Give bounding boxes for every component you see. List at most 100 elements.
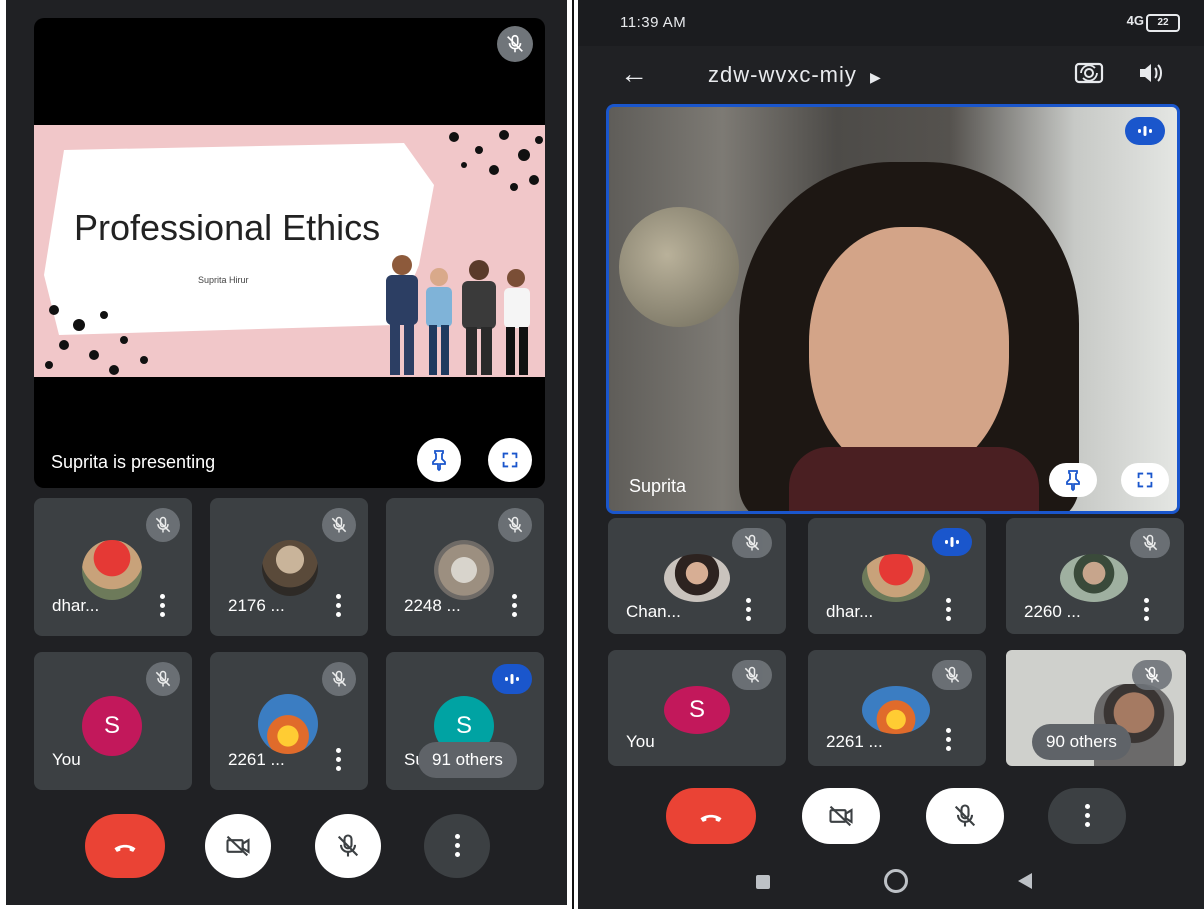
meeting-code-text: zdw-wvxc-miy [708, 62, 857, 87]
avatar [82, 540, 142, 600]
more-vert-icon [1083, 804, 1091, 831]
pin-button[interactable] [1049, 463, 1097, 497]
camera-toggle-button[interactable] [205, 814, 271, 878]
participant-tile[interactable]: 2248 ... [386, 498, 544, 636]
participant-name: 2176 ... [228, 596, 285, 615]
participant-name: You [52, 750, 81, 769]
person-top [789, 447, 1039, 511]
participant-tile[interactable]: S You [608, 650, 786, 766]
fullscreen-button[interactable] [1121, 463, 1169, 497]
participant-tile[interactable]: dhar... [808, 518, 986, 634]
avatar [862, 686, 930, 734]
video-off-icon [827, 802, 855, 830]
avatar [862, 554, 930, 602]
presenting-label: Suprita is presenting [51, 452, 216, 472]
participant-name: 2260 ... [1024, 602, 1081, 621]
back-arrow-icon[interactable]: ← [620, 58, 648, 90]
participant-tile[interactable]: Chan... [608, 518, 786, 634]
more-vert-icon[interactable] [944, 728, 952, 754]
pin-button[interactable] [417, 438, 461, 482]
more-vert-icon[interactable] [944, 598, 952, 624]
participant-name: 2261 ... [228, 750, 285, 769]
participant-name: dhar... [52, 596, 100, 615]
speaking-badge [932, 528, 972, 556]
mic-off-icon [1140, 533, 1160, 553]
mic-off-badge [1132, 660, 1172, 690]
participant-tile[interactable]: S You [34, 652, 192, 790]
speaker-icon[interactable] [1136, 60, 1166, 86]
pin-icon [427, 448, 451, 472]
meeting-top-bar: ← zdw-wvxc-miy ▶ [578, 48, 1204, 100]
more-vert-icon[interactable] [744, 598, 752, 624]
mic-off-icon [951, 802, 979, 830]
mic-off-icon [329, 515, 349, 535]
avatar [1060, 554, 1128, 602]
participant-tile[interactable]: 90 others [1006, 650, 1186, 766]
avatar [664, 554, 730, 602]
mic-off-icon [153, 515, 173, 535]
meeting-code[interactable]: zdw-wvxc-miy ▶ [708, 62, 882, 88]
mic-toggle-button[interactable] [926, 788, 1004, 844]
mic-off-badge [732, 660, 772, 690]
caret-right-icon: ▶ [870, 69, 882, 85]
others-chip[interactable]: 91 others [418, 742, 517, 778]
mic-off-badge [146, 662, 180, 696]
right-phone-screen: 11:39 AM 4G 22 ← zdw-wvxc-miy ▶ Suprita … [578, 0, 1204, 909]
home-icon[interactable] [884, 869, 908, 893]
avatar: S [664, 686, 730, 734]
speaking-badge [1125, 117, 1165, 145]
more-vert-icon[interactable] [158, 594, 166, 620]
mic-off-badge [732, 528, 772, 558]
more-vert-icon[interactable] [510, 594, 518, 620]
more-vert-icon[interactable] [334, 748, 342, 774]
presentation-tile[interactable]: Professional Ethics Suprita Hirur Suprit… [34, 18, 545, 488]
mic-off-icon [329, 669, 349, 689]
participant-name: 2261 ... [826, 732, 883, 751]
slide-author: Suprita Hirur [198, 275, 249, 285]
mic-off-icon [153, 669, 173, 689]
network-indicator: 4G [1126, 13, 1144, 28]
mic-off-icon [942, 665, 962, 685]
recents-icon[interactable] [756, 875, 770, 889]
presentation-slide: Professional Ethics Suprita Hirur [34, 125, 545, 377]
fullscreen-icon [499, 449, 521, 471]
participant-tile[interactable]: S Su 91 others [386, 652, 544, 790]
more-vert-icon[interactable] [1142, 598, 1150, 624]
participant-name: You [626, 732, 655, 751]
battery-indicator: 22 [1146, 14, 1180, 32]
mic-off-icon [504, 33, 526, 55]
slide-title: Professional Ethics [74, 207, 381, 248]
mic-off-icon [505, 515, 525, 535]
mic-off-badge [498, 508, 532, 542]
fullscreen-icon [1134, 469, 1156, 491]
mic-toggle-button[interactable] [315, 814, 381, 878]
more-options-button[interactable] [1048, 788, 1126, 844]
audio-wave-icon [940, 530, 964, 554]
switch-camera-icon[interactable] [1074, 60, 1104, 86]
mic-off-icon [742, 665, 762, 685]
participant-tile[interactable]: 2261 ... [210, 652, 368, 790]
end-call-button[interactable] [666, 788, 756, 844]
audio-wave-icon [1133, 119, 1157, 143]
more-options-button[interactable] [424, 814, 490, 878]
participant-name: dhar... [826, 602, 874, 621]
others-chip[interactable]: 90 others [1032, 724, 1131, 760]
android-nav-bar [578, 853, 1204, 909]
participant-name: 2248 ... [404, 596, 461, 615]
camera-toggle-button[interactable] [802, 788, 880, 844]
end-call-button[interactable] [85, 814, 165, 878]
main-speaker-tile[interactable]: Suprita [606, 104, 1180, 514]
avatar [258, 694, 318, 754]
back-icon[interactable] [1018, 873, 1032, 889]
participant-tile[interactable]: dhar... [34, 498, 192, 636]
mic-off-badge [322, 508, 356, 542]
main-speaker-name: Suprita [629, 476, 687, 496]
participant-tile[interactable]: 2261 ... [808, 650, 986, 766]
fullscreen-button[interactable] [488, 438, 532, 482]
participant-tile[interactable]: 2260 ... [1006, 518, 1184, 634]
status-time: 11:39 AM [620, 14, 687, 31]
avatar: S [82, 696, 142, 756]
avatar [262, 540, 318, 596]
more-vert-icon[interactable] [334, 594, 342, 620]
participant-tile[interactable]: 2176 ... [210, 498, 368, 636]
